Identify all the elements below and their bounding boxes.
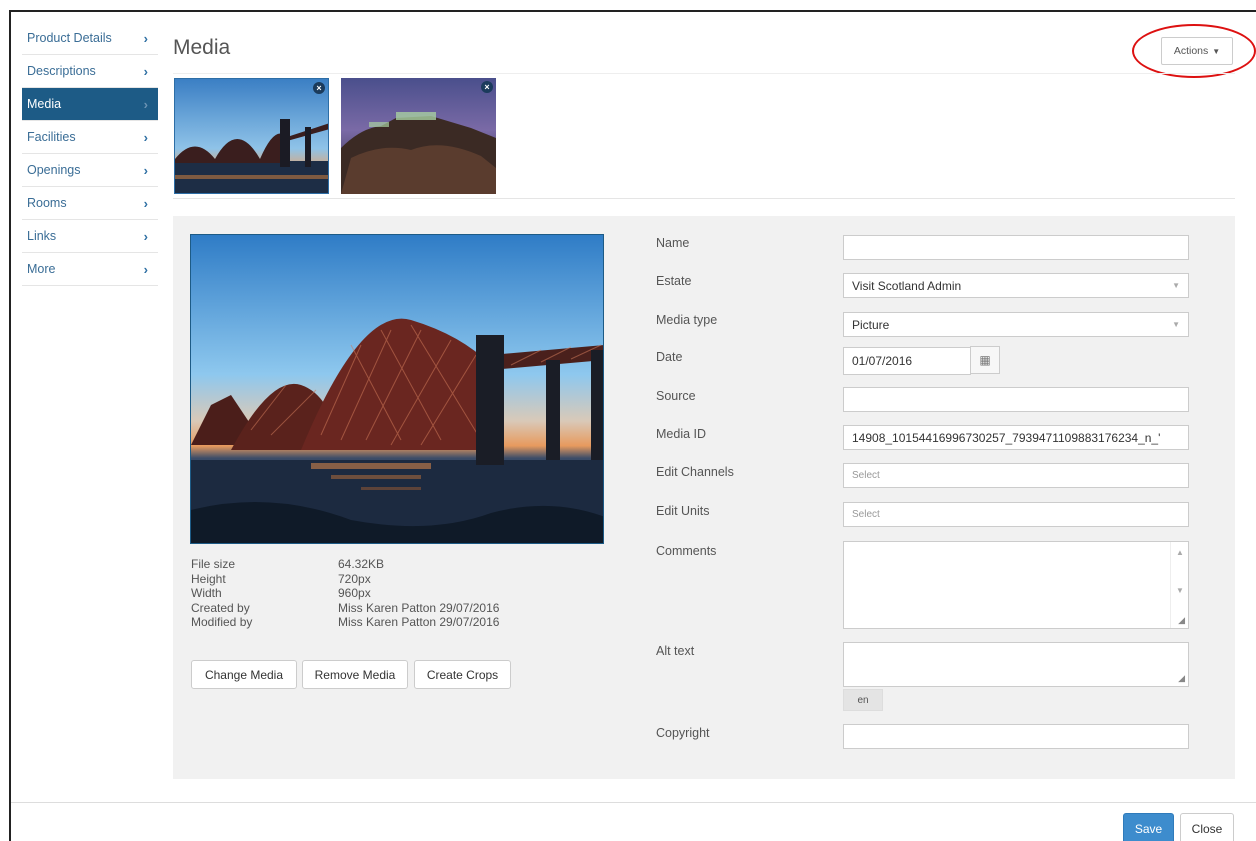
alt-text-textarea[interactable]: ◢ (843, 642, 1189, 687)
language-button[interactable]: en (843, 689, 883, 711)
comments-label: Comments (656, 544, 717, 558)
source-input[interactable] (843, 387, 1189, 412)
divider (173, 198, 1235, 199)
sidebar-item-rooms[interactable]: Rooms › (22, 187, 158, 220)
chevron-right-icon: › (143, 195, 148, 211)
media-thumbnail-bridge[interactable]: × (174, 78, 329, 194)
save-button[interactable]: Save (1123, 813, 1174, 841)
sidebar-item-label: Product Details (27, 31, 112, 45)
sidebar-item-label: Openings (27, 163, 81, 177)
width-label: Width (191, 586, 222, 600)
media-type-select[interactable]: Picture ▼ (843, 312, 1189, 337)
file-info-row: File size 64.32KB (191, 557, 499, 572)
height-label: Height (191, 571, 226, 586)
dropdown-arrow-icon: ▼ (1172, 320, 1180, 329)
close-button[interactable]: Close (1180, 813, 1234, 841)
sidebar-item-product-details[interactable]: Product Details › (22, 22, 158, 55)
sidebar-item-label: Media (27, 97, 62, 111)
dropdown-arrow-icon: ▼ (1172, 281, 1180, 290)
file-info-row: Width 960px (191, 586, 499, 601)
chevron-right-icon: › (143, 63, 148, 79)
sidebar-item-label: Facilities (27, 130, 76, 144)
sidebar-item-label: Links (27, 229, 57, 243)
scroll-up-icon[interactable]: ▲ (1176, 548, 1184, 557)
sidebar-nav: Product Details › Descriptions › Media ›… (22, 22, 158, 286)
sidebar-item-facilities[interactable]: Facilities › (22, 121, 158, 154)
comments-textarea[interactable]: ▲ ▼ ◢ (843, 541, 1189, 629)
created-by-label: Created by (191, 600, 250, 615)
actions-label: Actions (1173, 45, 1209, 57)
chevron-right-icon: › (143, 30, 148, 46)
chevron-right-icon: › (143, 129, 148, 145)
name-label: Name (656, 236, 690, 250)
copyright-input[interactable] (843, 724, 1189, 749)
sidebar-item-label: Descriptions (27, 64, 96, 78)
file-info-row: Height 720px (191, 572, 499, 587)
divider (173, 73, 1235, 74)
estate-value: Visit Scotland Admin (852, 278, 962, 293)
remove-thumbnail-icon[interactable]: × (481, 81, 493, 93)
source-label: Source (656, 389, 696, 403)
edit-channels-label: Edit Channels (656, 465, 734, 479)
estate-select[interactable]: Visit Scotland Admin ▼ (843, 273, 1189, 298)
alt-text-label: Alt text (656, 644, 695, 658)
copyright-label: Copyright (656, 726, 710, 740)
remove-thumbnail-icon[interactable]: × (313, 82, 325, 94)
sidebar-item-label: Rooms (27, 196, 67, 210)
file-info-row: Created by Miss Karen Patton 29/07/2016 (191, 601, 499, 616)
chevron-right-icon: › (143, 261, 148, 277)
created-by-value: Miss Karen Patton 29/07/2016 (338, 600, 500, 615)
actions-dropdown-button[interactable]: Actions ▼ (1161, 37, 1233, 65)
media-thumbnail-castle[interactable]: × (341, 78, 496, 194)
footer-divider (11, 802, 1256, 803)
modified-by-value: Miss Karen Patton 29/07/2016 (338, 615, 500, 629)
edit-channels-select[interactable]: Select (843, 463, 1189, 488)
modified-by-label: Modified by (191, 615, 253, 629)
scroll-down-icon[interactable]: ▼ (1176, 586, 1184, 595)
file-info: File size 64.32KB Height 720px Width 960… (191, 557, 499, 630)
media-id-label: Media ID (656, 427, 707, 441)
forth-bridge-thumbnail-image (175, 79, 328, 193)
media-id-input[interactable]: 14908_10154416996730257_7939471109883176… (843, 425, 1189, 450)
file-info-row: Modified by Miss Karen Patton 29/07/2016 (191, 615, 499, 630)
resize-handle-icon[interactable]: ◢ (1178, 615, 1185, 626)
castle-rock-thumbnail-image (341, 78, 496, 194)
change-media-button[interactable]: Change Media (191, 660, 297, 689)
date-label: Date (656, 350, 683, 364)
edit-units-label: Edit Units (656, 504, 710, 518)
file-size-value: 64.32KB (338, 557, 385, 571)
create-crops-button[interactable]: Create Crops (414, 660, 511, 689)
sidebar-item-descriptions[interactable]: Descriptions › (22, 55, 158, 88)
sidebar-item-media[interactable]: Media › (22, 88, 158, 121)
file-size-label: File size (191, 557, 236, 571)
edit-units-select[interactable]: Select (843, 502, 1189, 527)
media-preview-image (190, 234, 604, 544)
media-type-value: Picture (852, 317, 890, 332)
chevron-right-icon: › (143, 228, 148, 244)
calendar-icon[interactable]: ▦ (970, 346, 1000, 374)
caret-down-icon: ▼ (1212, 46, 1221, 56)
media-type-label: Media type (656, 313, 718, 327)
name-input[interactable] (843, 235, 1189, 260)
width-value: 960px (338, 586, 371, 600)
sidebar-item-openings[interactable]: Openings › (22, 154, 158, 187)
chevron-right-icon: › (143, 96, 148, 112)
sidebar-item-more[interactable]: More › (22, 253, 158, 286)
sidebar-item-label: More (27, 262, 56, 276)
height-value: 720px (338, 571, 371, 586)
sidebar-item-links[interactable]: Links › (22, 220, 158, 253)
estate-label: Estate (656, 274, 692, 288)
resize-handle-icon[interactable]: ◢ (1178, 673, 1185, 684)
forth-bridge-image (191, 235, 603, 543)
page-title: Media (173, 36, 231, 59)
date-input[interactable]: 01/07/2016 (843, 347, 971, 375)
remove-media-button[interactable]: Remove Media (302, 660, 408, 689)
chevron-right-icon: › (143, 162, 148, 178)
